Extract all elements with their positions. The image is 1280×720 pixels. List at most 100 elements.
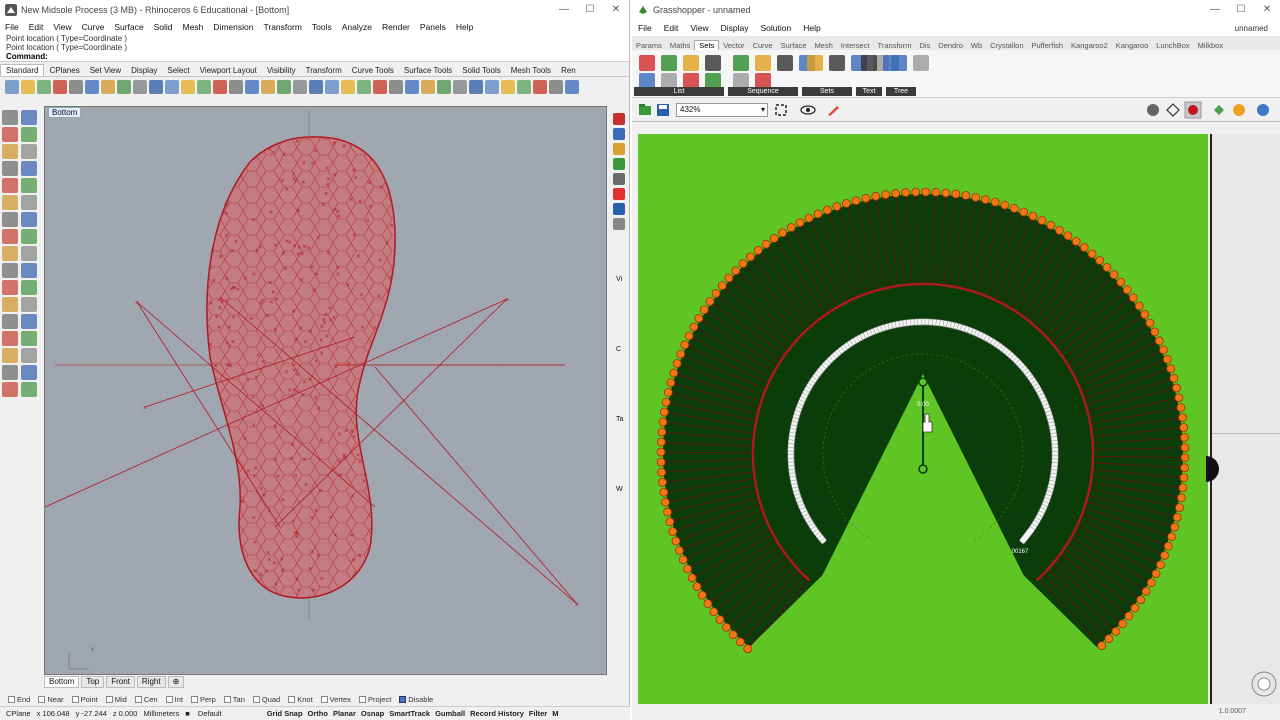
toolbar-button-icon[interactable] xyxy=(517,80,531,94)
left-tool-icon[interactable] xyxy=(21,263,37,278)
rhino-menu-view[interactable]: View xyxy=(53,22,71,32)
gh-group-label[interactable]: Sequence xyxy=(728,87,798,96)
panel-tab-letter[interactable]: Ta xyxy=(616,385,623,455)
gh-tab-surface[interactable]: Surface xyxy=(777,41,811,50)
left-tool-icon[interactable] xyxy=(21,246,37,261)
viewport-tab-right[interactable]: Right xyxy=(136,676,166,688)
toolbar-button-icon[interactable] xyxy=(421,80,435,94)
gh-maximize-button[interactable]: ☐ xyxy=(1228,0,1254,20)
checkbox-icon[interactable] xyxy=(8,695,15,703)
toolbar-button-icon[interactable] xyxy=(485,80,499,94)
checkbox-icon[interactable] xyxy=(320,695,328,703)
gh-menu-display[interactable]: Display xyxy=(721,23,749,33)
toolbar-tab[interactable]: Visibility xyxy=(262,65,301,76)
osnap-disable[interactable]: Disable xyxy=(399,695,433,704)
rhino-maximize-button[interactable]: ☐ xyxy=(577,0,603,20)
toolbar-button-icon[interactable] xyxy=(165,80,179,94)
toolbar-button-icon[interactable] xyxy=(277,80,291,94)
rhino-menu-surface[interactable]: Surface xyxy=(114,22,143,32)
gh-solver-icon[interactable] xyxy=(1250,670,1278,698)
toolbar-tab[interactable]: Set View xyxy=(85,65,126,76)
gh-plugin-icon[interactable] xyxy=(1212,103,1226,117)
gh-menu-solution[interactable]: Solution xyxy=(761,23,792,33)
rhino-menu-analyze[interactable]: Analyze xyxy=(342,22,372,32)
status-toggle[interactable]: SmartTrack xyxy=(389,709,430,718)
gh-side-handle-icon[interactable] xyxy=(1206,456,1220,482)
gh-tab-kangaroo[interactable]: Kangaroo xyxy=(1112,41,1153,50)
left-tool-icon[interactable] xyxy=(21,365,37,380)
left-tool-icon[interactable] xyxy=(21,331,37,346)
toolbar-tab[interactable]: Surface Tools xyxy=(399,65,457,76)
toolbar-button-icon[interactable] xyxy=(261,80,275,94)
left-tool-icon[interactable] xyxy=(21,178,37,193)
osnap-quad[interactable]: Quad xyxy=(252,695,280,704)
open-file-icon[interactable] xyxy=(638,103,652,117)
left-tool-icon[interactable] xyxy=(21,212,37,227)
gh-menu-help[interactable]: Help xyxy=(803,23,820,33)
toolbar-button-icon[interactable] xyxy=(437,80,451,94)
toolbar-button-icon[interactable] xyxy=(357,80,371,94)
toolbar-button-icon[interactable] xyxy=(245,80,259,94)
toolbar-button-icon[interactable] xyxy=(5,80,19,94)
sketch-pen-icon[interactable] xyxy=(826,103,840,117)
bottom-viewport[interactable]: × × × × × × × × × × × × × × × × × × × × × × × × × × × × × × × × × × × × × × × ×… xyxy=(44,106,607,675)
gh-group-label[interactable]: Tree xyxy=(886,87,916,96)
rhino-menu-mesh[interactable]: Mesh xyxy=(183,22,204,32)
left-tool-icon[interactable] xyxy=(21,110,37,125)
left-tool-icon[interactable] xyxy=(2,195,18,210)
checkbox-icon[interactable] xyxy=(105,695,113,703)
toolbar-button-icon[interactable] xyxy=(101,80,115,94)
gh-tab-params[interactable]: Params xyxy=(632,41,666,50)
gh-component-icon[interactable] xyxy=(733,55,749,71)
checkbox-icon[interactable] xyxy=(165,695,173,703)
gh-tab-transform[interactable]: Transform xyxy=(874,41,916,50)
left-tool-icon[interactable] xyxy=(21,297,37,312)
checkbox-icon[interactable] xyxy=(71,695,79,703)
toolbar-button-icon[interactable] xyxy=(405,80,419,94)
rhino-menu-help[interactable]: Help xyxy=(456,22,473,32)
gh-globe-icon[interactable] xyxy=(1256,103,1270,117)
gh-tab-lunchbox[interactable]: LunchBox xyxy=(1152,41,1193,50)
rhino-close-button[interactable]: ✕ xyxy=(603,0,629,20)
left-tool-icon[interactable] xyxy=(2,110,18,125)
left-tool-icon[interactable] xyxy=(2,331,18,346)
gh-component-icon[interactable] xyxy=(683,55,699,71)
side-panel-icon[interactable] xyxy=(613,143,625,155)
left-tool-icon[interactable] xyxy=(21,229,37,244)
side-panel-icon[interactable] xyxy=(613,173,625,185)
gh-tab-kangaroo2[interactable]: Kangaroo2 xyxy=(1067,41,1112,50)
gh-tab-curve[interactable]: Curve xyxy=(749,41,777,50)
osnap-mid[interactable]: Mid xyxy=(105,695,127,704)
toolbar-button-icon[interactable] xyxy=(117,80,131,94)
osnap-end[interactable]: End xyxy=(8,695,30,704)
left-tool-icon[interactable] xyxy=(2,144,18,159)
osnap-cen[interactable]: Cen xyxy=(134,695,158,704)
preview-shaded-icon[interactable] xyxy=(1166,103,1180,117)
gh-component-icon[interactable] xyxy=(913,55,929,71)
left-tool-icon[interactable] xyxy=(2,229,18,244)
rhino-menu-tools[interactable]: Tools xyxy=(312,22,332,32)
side-panel-icon[interactable] xyxy=(613,203,625,215)
rhino-menu-transform[interactable]: Transform xyxy=(263,22,301,32)
gh-group-label[interactable]: Text xyxy=(856,87,882,96)
rhino-menu-edit[interactable]: Edit xyxy=(29,22,44,32)
toolbar-button-icon[interactable] xyxy=(501,80,515,94)
left-tool-icon[interactable] xyxy=(21,127,37,142)
gh-component-icon[interactable] xyxy=(891,55,907,71)
preview-eye-icon[interactable] xyxy=(800,103,816,117)
toolbar-button-icon[interactable] xyxy=(309,80,323,94)
gh-tab-pufferfish[interactable]: Pufferfish xyxy=(1028,41,1068,50)
toolbar-button-icon[interactable] xyxy=(293,80,307,94)
toolbar-tab[interactable]: CPlanes xyxy=(44,65,84,76)
zoom-level-dropdown[interactable]: 432% xyxy=(676,102,768,117)
toolbar-tab[interactable]: Select xyxy=(162,65,194,76)
toolbar-button-icon[interactable] xyxy=(341,80,355,94)
toolbar-tab[interactable]: Display xyxy=(126,65,162,76)
gh-component-icon[interactable] xyxy=(777,55,793,71)
gh-tab-dendro[interactable]: Dendro xyxy=(934,41,967,50)
gh-tab-milkbox[interactable]: Milkbox xyxy=(1194,41,1227,50)
gh-group-label[interactable]: Sets xyxy=(802,87,852,96)
status-toggle[interactable]: Grid Snap xyxy=(267,709,303,718)
gh-group-label[interactable]: List xyxy=(634,87,724,96)
left-tool-icon[interactable] xyxy=(21,382,37,397)
